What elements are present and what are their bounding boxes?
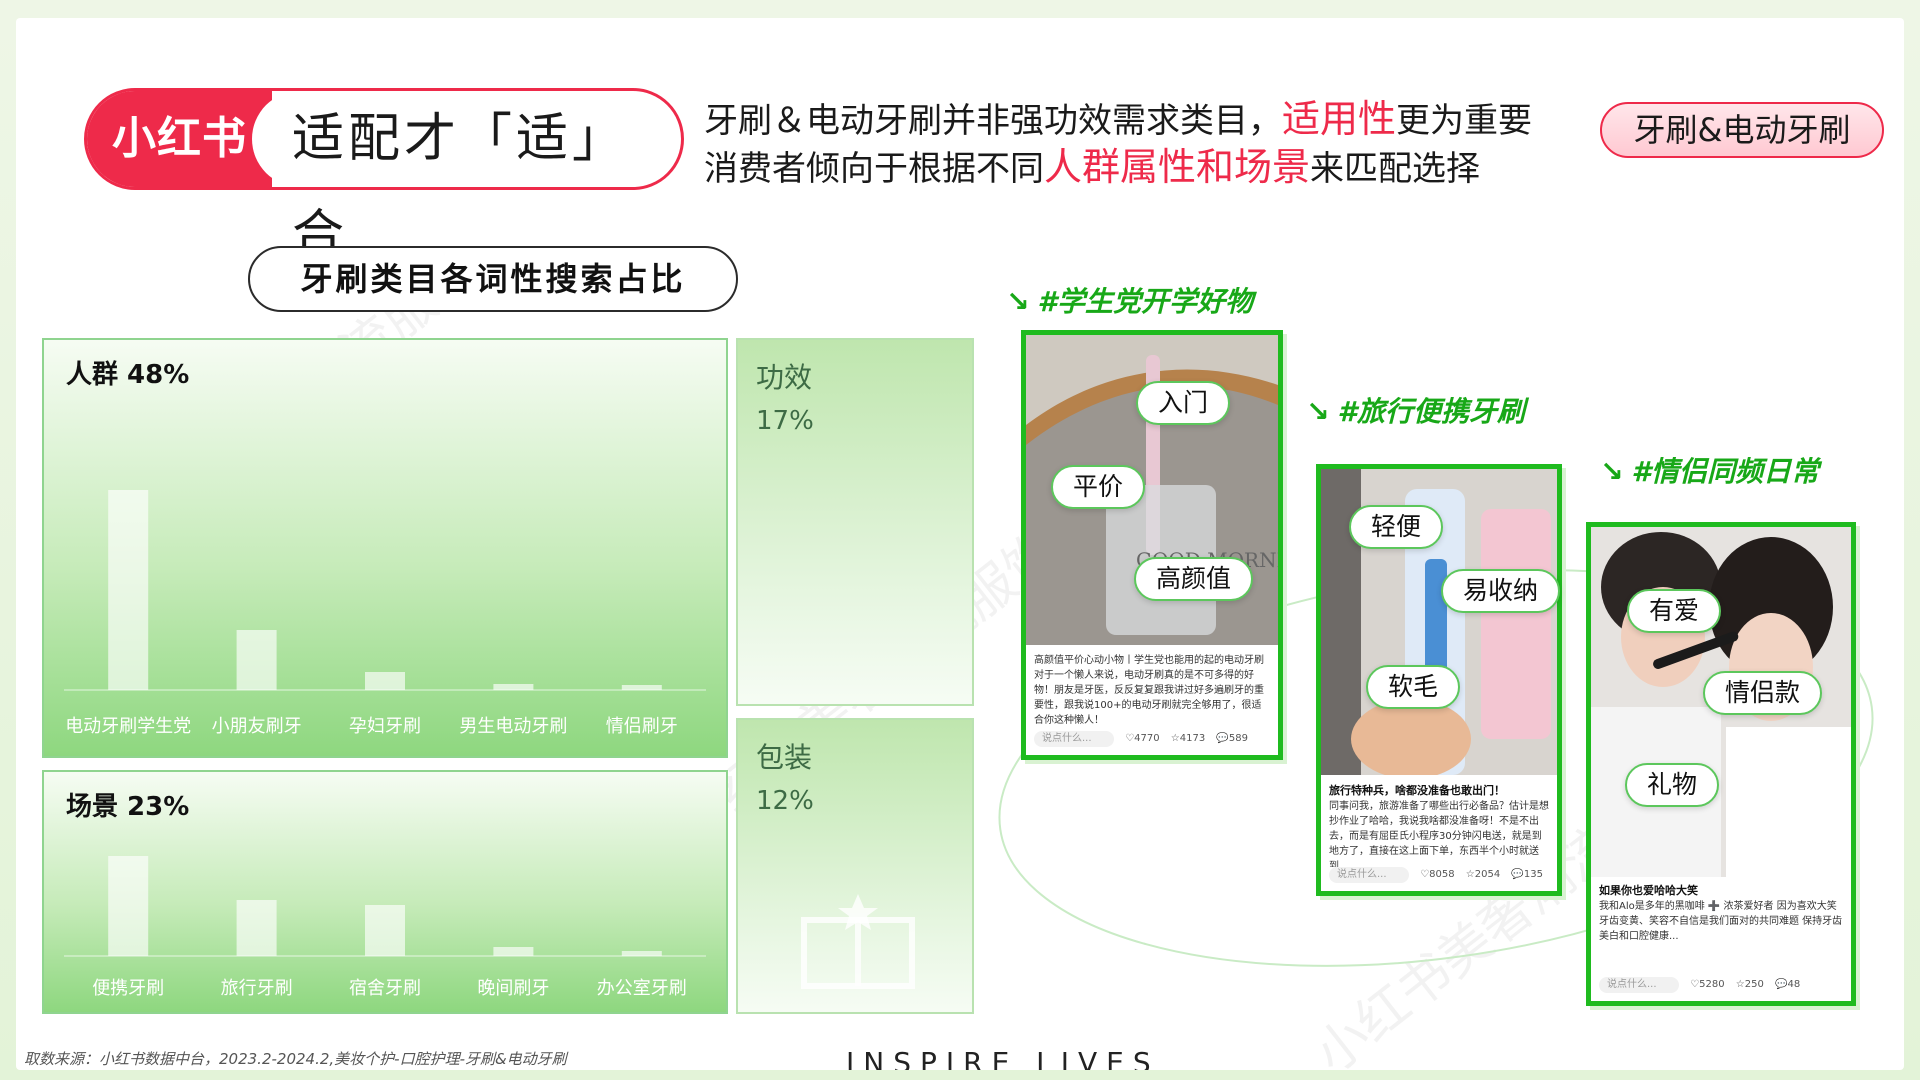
star-icon[interactable]: ☆	[1466, 869, 1475, 880]
highlight-people-scene: 人群属性和场景	[1044, 145, 1311, 189]
star-count: 4173	[1179, 733, 1206, 744]
category-label-1: 小朋友刷牙	[212, 716, 302, 737]
side-label-efficacy: 功效	[756, 361, 813, 394]
hashtag-student: ↘ #学生党开学好物	[1006, 285, 1253, 318]
bar-4	[621, 685, 662, 690]
like-icon[interactable]: ♡	[1690, 979, 1699, 990]
headline: 牙刷＆电动牙刷并非强功效需求类目，适用性更为重要 消费者倾向于根据不同人群属性和…	[704, 96, 1532, 192]
category-label-3: 男生电动牙刷	[459, 716, 567, 737]
category-label-0: 电动牙刷学生党	[65, 716, 191, 737]
note-caption: 高颜值平价心动小物丨学生党也能用的起的电动牙刷 对于一个懒人来说，电动牙刷真的是…	[1034, 655, 1264, 726]
hashtag-couple: ↘ #情侣同频日常	[1600, 455, 1819, 488]
comment-count: 589	[1228, 733, 1248, 744]
category-label-4: 情侣刷牙	[606, 716, 678, 737]
bar-chart-scene: 便携牙刷 旅行牙刷 宿舍牙刷 晚间刷牙 办公室牙刷	[64, 856, 706, 999]
comment-icon[interactable]: 💬	[1216, 733, 1228, 744]
note-footer: 说点什么... ♡5280 ☆250 💬48	[1599, 977, 1843, 995]
bar-3	[493, 947, 534, 956]
headline-line-1: 牙刷＆电动牙刷并非强功效需求类目，适用性更为重要	[704, 97, 1533, 141]
bar-chart-people: 电动牙刷学生党 小朋友刷牙 孕妇牙刷 男生电动牙刷 情侣刷牙	[64, 490, 706, 737]
comment-icon[interactable]: 💬	[1775, 979, 1787, 990]
side-value-packaging: 12%	[756, 786, 814, 816]
tag-bubble-gift: 礼物	[1625, 763, 1720, 807]
side-label-packaging: 包装	[756, 741, 813, 774]
bar-2	[365, 672, 405, 690]
comment-icon[interactable]: 💬	[1511, 869, 1523, 880]
bar-3	[493, 684, 534, 690]
gift-box-icon	[801, 894, 915, 989]
note-card-travel[interactable]: 旅行特种兵，啥都没准备也敢出门！ 同事问我，旅游准备了哪些出行必备品？估计是想抄作…	[1316, 464, 1562, 896]
slide: 小红书美奢潮流服饰 小红书美奢潮流服饰 小红书美奢潮流服饰 小红书 适配才「适」…	[16, 18, 1904, 1070]
note-card-couple[interactable]: 如果你也爱哈哈大笑 我和Alo是多年的黑咖啡 ➕ 浓茶爱好者 因为喜欢大笑 牙齿变…	[1586, 522, 1856, 1006]
like-count: 8058	[1429, 869, 1455, 880]
bar-1	[236, 630, 277, 690]
data-source-note: 取数来源：小红书数据中台，2023.2-2024.2,美妆个护-口腔护理-牙刷&…	[24, 1050, 567, 1068]
arrow-down-right-icon: ↘	[1600, 455, 1624, 488]
star-icon[interactable]: ☆	[1736, 979, 1745, 990]
xiaohongshu-logo: 小红书	[87, 91, 272, 187]
tag-bubble-light: 轻便	[1349, 505, 1444, 549]
side-value-efficacy: 17%	[756, 406, 814, 436]
star-count: 2054	[1474, 869, 1501, 880]
bar-2	[365, 905, 405, 956]
comment-input[interactable]: 说点什么...	[1599, 977, 1679, 993]
tag-bubble-easy-storage: 易收纳	[1441, 569, 1561, 613]
brand-title-pill: 小红书 适配才「适」合	[84, 88, 684, 265]
like-icon[interactable]: ♡	[1125, 733, 1134, 744]
category-label-1: 旅行牙刷	[221, 978, 293, 999]
comment-input[interactable]: 说点什么...	[1329, 867, 1409, 883]
hashtag-travel: ↘ #旅行便携牙刷	[1306, 395, 1525, 428]
headline-line-2: 消费者倾向于根据不同人群属性和场景来匹配选择	[704, 145, 1481, 189]
chart-title: 牙刷类目各词性搜索占比	[248, 246, 738, 312]
tag-bubble-loving: 有爱	[1627, 589, 1722, 633]
note-footer: 说点什么... ♡4770 ☆4173 💬589	[1034, 731, 1270, 749]
note-caption: 旅行特种兵，啥都没准备也敢出门！ 同事问我，旅游准备了哪些出行必备品？估计是想抄作…	[1329, 784, 1549, 872]
like-icon[interactable]: ♡	[1420, 869, 1429, 880]
category-label-3: 晚间刷牙	[477, 978, 549, 999]
like-count: 5280	[1699, 979, 1725, 990]
arrow-down-right-icon: ↘	[1006, 285, 1030, 318]
category-label-2: 孕妇牙刷	[349, 716, 421, 737]
bar-0	[108, 856, 149, 956]
category-label-0: 便携牙刷	[92, 978, 164, 999]
like-count: 4770	[1134, 733, 1160, 744]
tag-bubble-soft-bristle: 软毛	[1366, 665, 1461, 709]
comment-count: 48	[1787, 979, 1801, 990]
bar-1	[236, 900, 277, 956]
tag-bubble-affordable: 平价	[1051, 465, 1146, 509]
star-icon[interactable]: ☆	[1171, 733, 1180, 744]
note-footer: 说点什么... ♡8058 ☆2054 💬135	[1329, 867, 1549, 885]
bar-0	[108, 490, 149, 690]
note-caption: 如果你也爱哈哈大笑 我和Alo是多年的黑咖啡 ➕ 浓茶爱好者 因为喜欢大笑 牙齿变…	[1599, 884, 1843, 942]
tag-bubble-couple-style: 情侣款	[1703, 671, 1823, 715]
comment-input[interactable]: 说点什么...	[1034, 731, 1114, 747]
chart-panel-scene: 场景 23% 便携牙刷 旅行牙刷 宿舍牙刷 晚间刷牙 办公室牙刷	[42, 770, 728, 1014]
tag-bubble-good-looking: 高颜值	[1134, 557, 1254, 601]
side-panel-efficacy: 功效 17%	[736, 338, 974, 706]
page-title: 适配才「适」合	[292, 109, 629, 265]
highlight-suitability: 适用性	[1282, 97, 1397, 141]
comment-count: 135	[1523, 869, 1543, 880]
star-count: 250	[1744, 979, 1764, 990]
side-panel-packaging: 包装 12%	[736, 718, 974, 1014]
category-label-4: 办公室牙刷	[597, 978, 687, 999]
arrow-down-right-icon: ↘	[1306, 395, 1330, 428]
tag-bubble-entry: 入门	[1136, 381, 1231, 425]
chart-panel-people: 人群 48% 电动牙刷学生党 小朋友刷牙 孕妇牙刷 男生电动牙刷 情侣刷牙	[42, 338, 728, 758]
bar-4	[621, 951, 662, 956]
category-tag: 牙刷&电动牙刷	[1600, 102, 1884, 158]
slogan: INSPIRE LIVES	[846, 1046, 1160, 1070]
category-label-2: 宿舍牙刷	[349, 978, 421, 999]
note-card-student[interactable]: GOOD MORNING 高颜值平价心动小物丨学生党也能用的起的电动牙刷 对于一…	[1021, 330, 1283, 760]
